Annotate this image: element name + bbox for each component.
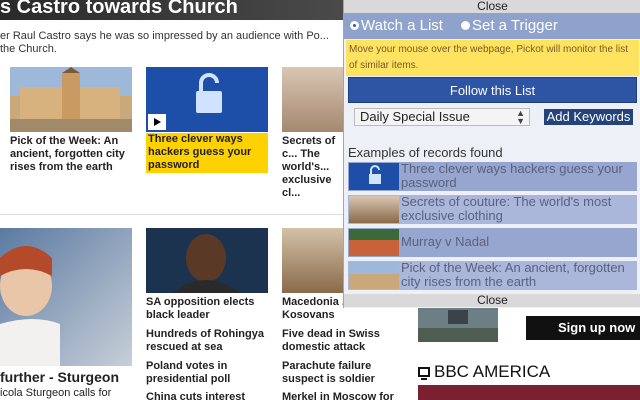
- story-image-pick-of-week[interactable]: [10, 67, 132, 132]
- set-trigger-label[interactable]: Set a Trigger: [472, 17, 558, 34]
- story-parachute[interactable]: Parachute failure suspect is soldier: [282, 360, 412, 386]
- record-thumbnail: [349, 229, 399, 256]
- headline[interactable]: s Castro towards Church: [0, 0, 238, 19]
- record-text: Murray v Nadal: [401, 234, 490, 249]
- close-button-bottom[interactable]: Close: [344, 294, 640, 307]
- story-title-pick-of-week[interactable]: Pick of the Week: An ancient, forgotten …: [10, 135, 135, 174]
- record-item[interactable]: Pick of the Week: An ancient, forgotten …: [348, 261, 637, 290]
- portrait-illustration: [0, 246, 60, 366]
- record-thumbnail: [349, 196, 399, 223]
- story-title-hackers[interactable]: Three clever ways hackers guess your pas…: [146, 133, 268, 173]
- section-divider: [0, 214, 343, 215]
- record-text: Pick of the Week: An ancient, forgotten …: [401, 260, 625, 289]
- feature-image-sturgeon[interactable]: [0, 228, 132, 366]
- feature-title[interactable]: further - Sturgeon: [0, 369, 140, 385]
- instruction-notice: Move your mouse over the webpage, Pickot…: [346, 40, 639, 76]
- headline-bar: s Castro towards Church: [0, 0, 345, 22]
- bbc-america-heading[interactable]: BBC AMERICA: [418, 362, 550, 382]
- record-item[interactable]: Secrets of couture: The world's most exc…: [348, 195, 637, 224]
- play-icon[interactable]: [148, 114, 166, 130]
- record-text: Secrets of couture: The world's most exc…: [401, 194, 612, 223]
- record-text: Three clever ways hackers guess your pas…: [401, 161, 623, 190]
- list-name-value: Daily Special Issue: [360, 109, 470, 124]
- bbc-america-label: BBC AMERICA: [434, 362, 551, 381]
- story-swiss[interactable]: Five dead in Swiss domestic attack: [282, 328, 412, 354]
- story-merkel[interactable]: Merkel in Moscow for: [282, 391, 412, 400]
- record-item[interactable]: Three clever ways hackers guess your pas…: [348, 162, 637, 191]
- story-china[interactable]: China cuts interest: [146, 391, 271, 400]
- pickot-panel: Close Watch a List Set a Trigger Move you…: [343, 0, 640, 308]
- list-name-select[interactable]: Daily Special Issue ▲ ▼: [354, 108, 530, 126]
- padlock-illustration: [369, 165, 381, 184]
- story-title-couture[interactable]: Secrets of c... The world's... exclusive…: [282, 135, 344, 200]
- portrait-illustration: [172, 234, 240, 293]
- building-illustration: [10, 67, 132, 132]
- story-image-macedonia[interactable]: [282, 228, 344, 293]
- watch-list-label[interactable]: Watch a List: [361, 17, 443, 34]
- add-keywords-button[interactable]: Add Keywords: [544, 109, 633, 125]
- examples-heading: Examples of records found: [348, 145, 503, 160]
- record-item[interactable]: Murray v Nadal: [348, 228, 637, 257]
- story-poland[interactable]: Poland votes in presidential poll: [146, 360, 271, 386]
- story-rohingya[interactable]: Hundreds of Rohingya rescued at sea: [146, 328, 271, 354]
- record-thumbnail: [349, 262, 399, 289]
- close-button-top[interactable]: Close: [344, 0, 640, 13]
- story-image-sa-opposition[interactable]: [146, 228, 268, 293]
- tv-icon: [418, 367, 430, 380]
- headline-summary: er Raul Castro says he was so impressed …: [0, 30, 329, 55]
- set-trigger-radio[interactable]: [460, 20, 470, 30]
- sign-up-button[interactable]: Sign up now: [526, 316, 640, 340]
- feature-summary: icola Sturgeon calls for: [0, 387, 112, 399]
- select-arrows-icon: ▲ ▼: [516, 108, 525, 126]
- mode-selector: Watch a List Set a Trigger: [344, 13, 640, 39]
- follow-list-button[interactable]: Follow this List: [348, 77, 637, 103]
- record-thumbnail: [349, 163, 399, 190]
- story-sa-opposition[interactable]: SA opposition elects black leader: [146, 296, 271, 322]
- bbc-america-image[interactable]: [418, 385, 640, 400]
- story-image-couture[interactable]: [282, 67, 344, 132]
- watch-list-radio[interactable]: [350, 20, 359, 30]
